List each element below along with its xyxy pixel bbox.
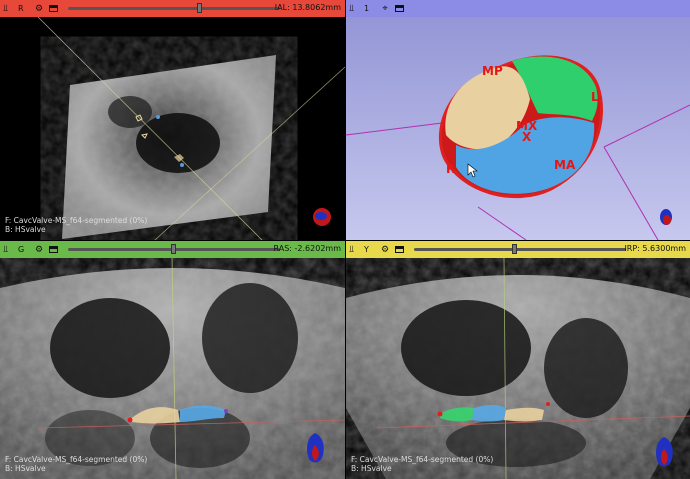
orientation-marker — [658, 208, 674, 226]
slider-handle[interactable] — [171, 244, 176, 254]
foreground-caption: F: CavcValve-MS_f64-segmented (0%) — [5, 455, 148, 464]
green-view-canvas[interactable]: F: CavcValve-MS_f64-segmented (0%) B: HS… — [0, 258, 345, 479]
segmentation-tan — [504, 407, 544, 422]
window-icon[interactable] — [49, 5, 58, 12]
view-label: Y — [364, 245, 369, 254]
slice-offset-slider[interactable] — [68, 244, 280, 254]
background-caption: B: HSvalve — [5, 464, 46, 473]
marker-label-r: R — [446, 162, 455, 176]
view-caption: F: CavcValve-MS_f64-segmented (0%) B: HS… — [351, 455, 493, 473]
pin-icon[interactable]: ⫫ — [3, 245, 15, 255]
link-icon[interactable]: ⚙ — [33, 245, 45, 255]
red-slice-view[interactable]: ⫫ R ⚙ IAL: 13.8062mm F: CavcValve-MS_f64… — [0, 0, 345, 240]
window-icon[interactable] — [49, 246, 58, 253]
slice-offset-readout: IAL: 13.8062mm — [274, 3, 341, 12]
red-view-canvas[interactable]: F: CavcValve-MS_f64-segmented (0%) B: HS… — [0, 17, 345, 240]
marker-label-l: L — [591, 90, 599, 104]
view-caption: F: CavcValve-MS_f64-segmented (0%) B: HS… — [5, 455, 147, 473]
slider-handle[interactable] — [512, 244, 517, 254]
link-icon[interactable]: ⚙ — [33, 4, 45, 14]
window-icon[interactable] — [395, 246, 404, 253]
slider-handle[interactable] — [197, 3, 202, 13]
threed-view-controller-bar: ⫫ 1 ⌖ — [346, 0, 690, 17]
window-icon[interactable] — [395, 5, 404, 12]
background-caption: B: HSvalve — [5, 225, 46, 234]
yellow-view-controller-bar: ⫫ Y ⚙ IRP: 5.6300mm — [346, 241, 690, 258]
view-label: G — [18, 245, 25, 254]
pin-icon[interactable]: ⫫ — [349, 4, 361, 14]
yellow-view-canvas[interactable]: F: CavcValve-MS_f64-segmented (0%) B: HS… — [346, 258, 690, 479]
red-view-controller-bar: ⫫ R ⚙ IAL: 13.8062mm — [0, 0, 345, 17]
slice-offset-readout: IRP: 5.6300mm — [624, 244, 686, 253]
link-icon[interactable]: ⚙ — [379, 245, 391, 255]
foreground-caption: F: CavcValve-MS_f64-segmented (0%) — [5, 216, 148, 225]
yellow-slice-view[interactable]: ⫫ Y ⚙ IRP: 5.6300mm F: CavcValve-MS_f64-… — [346, 241, 690, 479]
marker-label-mp: MP — [482, 64, 503, 78]
marker-label-ma: MA — [554, 158, 576, 172]
slice-offset-slider[interactable] — [414, 244, 626, 254]
green-view-controller-bar: ⫫ G ⚙ RAS: -2.6202mm — [0, 241, 345, 258]
segmentation-blue — [472, 405, 506, 422]
heart-orientation-icon — [303, 431, 327, 465]
pin-icon[interactable]: ⫫ — [349, 245, 361, 255]
slice-offset-readout: RAS: -2.6202mm — [273, 244, 342, 253]
orientation-marker — [311, 206, 333, 228]
heart-orientation-icon — [652, 435, 676, 469]
background-caption: B: HSvalve — [351, 464, 392, 473]
marker-label-x: X — [522, 130, 532, 144]
foreground-caption: F: CavcValve-MS_f64-segmented (0%) — [351, 455, 494, 464]
slice-offset-slider[interactable] — [68, 3, 280, 13]
green-slice-view[interactable]: ⫫ G ⚙ RAS: -2.6202mm F: CavcValve-MS_f64… — [0, 241, 345, 479]
pin-icon[interactable]: ⫫ — [3, 4, 15, 14]
threed-view[interactable]: ⫫ 1 ⌖ MP L MX X R MA — [346, 0, 690, 240]
center-view-icon[interactable]: ⌖ — [379, 4, 391, 14]
threed-view-canvas[interactable]: MP L MX X R MA — [346, 17, 690, 240]
view-label: R — [18, 4, 24, 13]
view-label: 1 — [364, 4, 370, 13]
view-caption: F: CavcValve-MS_f64-segmented (0%) B: HS… — [5, 216, 147, 234]
